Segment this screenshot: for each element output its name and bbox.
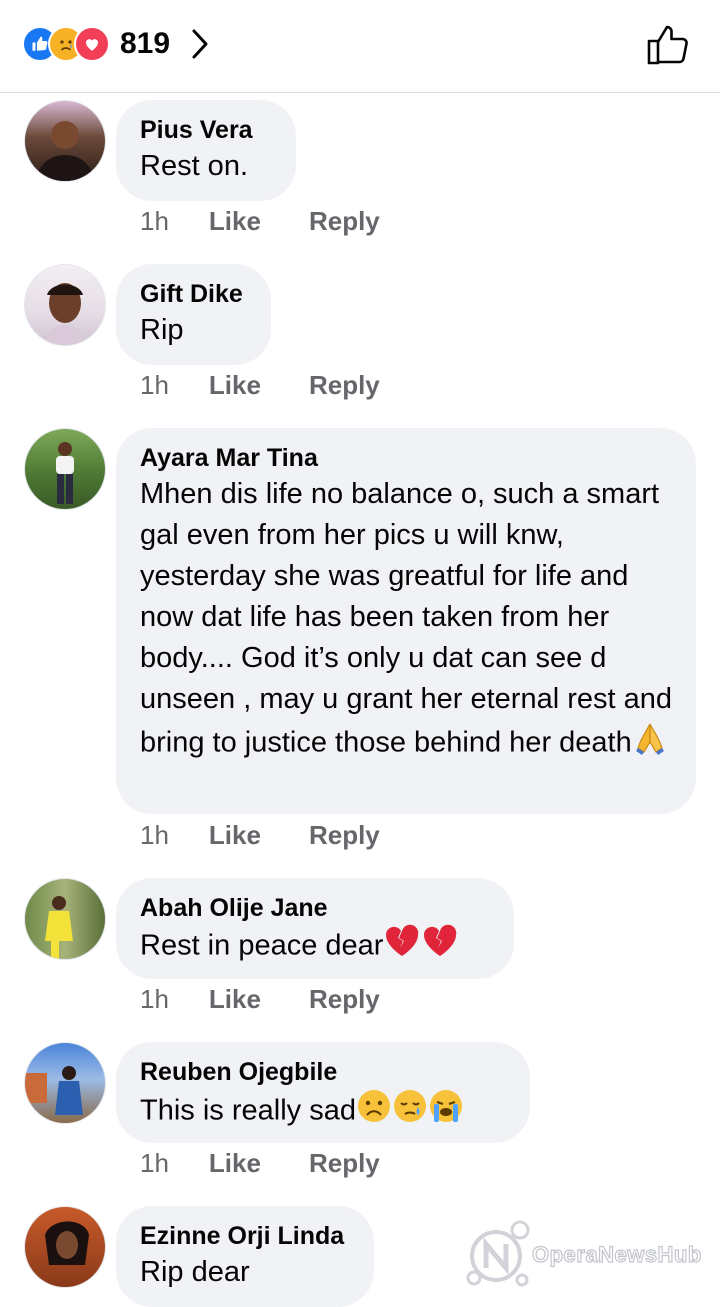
reply-button[interactable]: Reply (309, 370, 380, 401)
comment-author[interactable]: Ayara Mar Tina (140, 442, 672, 474)
comment-bubble[interactable]: Abah Olije Jane Rest in peace dear (116, 878, 514, 979)
reactions-header: 819 (0, 0, 720, 93)
comment-bubble[interactable]: Ezinne Orji Linda Rip dear (116, 1206, 374, 1307)
comment-text-wrap: Mhen dis life no balance o, such a smart… (140, 474, 672, 768)
loudly-crying-face-icon (428, 1088, 464, 1136)
opera-news-hub-watermark: OperaNewsHub (464, 1218, 712, 1288)
avatar[interactable] (24, 264, 106, 346)
comment-author[interactable]: Pius Vera (140, 114, 272, 146)
comment-text: Rest on. (140, 150, 248, 182)
like-button[interactable]: Like (209, 820, 261, 851)
comment-time: 1h (140, 370, 169, 400)
comment-author[interactable]: Ezinne Orji Linda (140, 1220, 350, 1252)
avatar[interactable] (24, 1206, 106, 1288)
like-button[interactable]: Like (209, 984, 261, 1015)
watermark-text: OperaNewsHub (531, 1241, 702, 1267)
comment-actions: 1h Like Reply (140, 1148, 428, 1179)
comment-bubble[interactable]: Gift Dike Rip (116, 264, 271, 365)
comment-author[interactable]: Abah Olije Jane (140, 892, 490, 924)
comment-text-wrap: This is really sad (140, 1088, 506, 1136)
comment-time: 1h (140, 1148, 169, 1178)
reply-button[interactable]: Reply (309, 1148, 380, 1179)
like-button[interactable]: Like (209, 1148, 261, 1179)
like-button[interactable]: Like (209, 206, 261, 237)
broken-heart-icon (421, 924, 459, 970)
comment-bubble[interactable]: Reuben Ojegbile This is really sad (116, 1042, 530, 1143)
comment-author[interactable]: Reuben Ojegbile (140, 1056, 506, 1088)
reactions-summary[interactable]: 819 (22, 26, 210, 62)
chevron-right-icon[interactable] (190, 27, 210, 61)
comment-text: Rest in peace dear (140, 929, 384, 962)
comment-text: Rip (140, 314, 184, 346)
love-icon (74, 26, 110, 62)
comment-text: Mhen dis life no balance o, such a smart… (140, 478, 681, 759)
comment-actions: 1h Like Reply (140, 820, 428, 851)
reply-button[interactable]: Reply (309, 206, 380, 237)
comment-time: 1h (140, 984, 169, 1014)
comment-author[interactable]: Gift Dike (140, 278, 247, 310)
like-button[interactable]: Like (209, 370, 261, 401)
thumbs-up-outline-icon[interactable] (646, 22, 690, 71)
avatar[interactable] (24, 428, 106, 510)
avatar[interactable] (24, 878, 106, 960)
comment-text: This is really sad (140, 1094, 356, 1127)
reply-button[interactable]: Reply (309, 820, 380, 851)
comment-text-wrap: Rest in peace dear (140, 924, 490, 970)
avatar[interactable] (24, 1042, 106, 1124)
reaction-count: 819 (120, 27, 171, 60)
comment-actions: 1h Like Reply (140, 984, 428, 1015)
sleepy-face-icon (392, 1088, 428, 1136)
comment-bubble[interactable]: Ayara Mar Tina Mhen dis life no balance … (116, 428, 696, 814)
comment-bubble[interactable]: Pius Vera Rest on. (116, 100, 296, 201)
avatar[interactable] (24, 100, 106, 182)
comment-actions: 1h Like Reply (140, 370, 428, 401)
comment-text: Rip dear (140, 1256, 250, 1288)
reply-button[interactable]: Reply (309, 984, 380, 1015)
comment-time: 1h (140, 206, 169, 236)
comment-time: 1h (140, 820, 169, 850)
praying-hands-icon (632, 720, 668, 768)
broken-heart-icon (383, 924, 421, 970)
worried-face-icon (356, 1088, 392, 1136)
comment-actions: 1h Like Reply (140, 206, 428, 237)
